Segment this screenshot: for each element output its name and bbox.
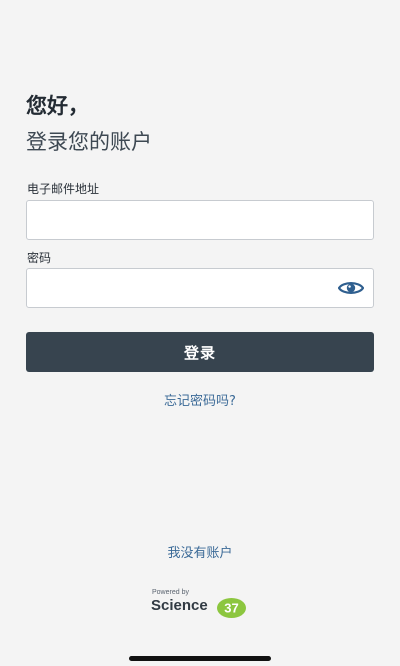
page-subtitle: 登录您的账户 xyxy=(26,130,152,154)
powered-by-text: Powered by xyxy=(152,589,189,596)
email-field[interactable] xyxy=(26,200,374,240)
brand-logo: Powered by Science 37 xyxy=(151,588,251,622)
email-label: 电子邮件地址 xyxy=(27,182,100,196)
brand-badge-icon: 37 xyxy=(217,598,246,618)
home-indicator xyxy=(129,656,271,661)
eye-icon[interactable] xyxy=(338,279,364,297)
forgot-password-link[interactable]: 忘记密码吗? xyxy=(0,392,400,412)
password-field[interactable] xyxy=(26,268,374,308)
brand-number: 37 xyxy=(224,601,238,616)
no-account-link[interactable]: 我没有账户 xyxy=(0,544,400,564)
brand-name: Science xyxy=(151,597,208,614)
login-button[interactable]: 登录 xyxy=(26,332,374,372)
password-label: 密码 xyxy=(27,251,52,265)
page-title-greeting: 您好， xyxy=(26,94,89,118)
